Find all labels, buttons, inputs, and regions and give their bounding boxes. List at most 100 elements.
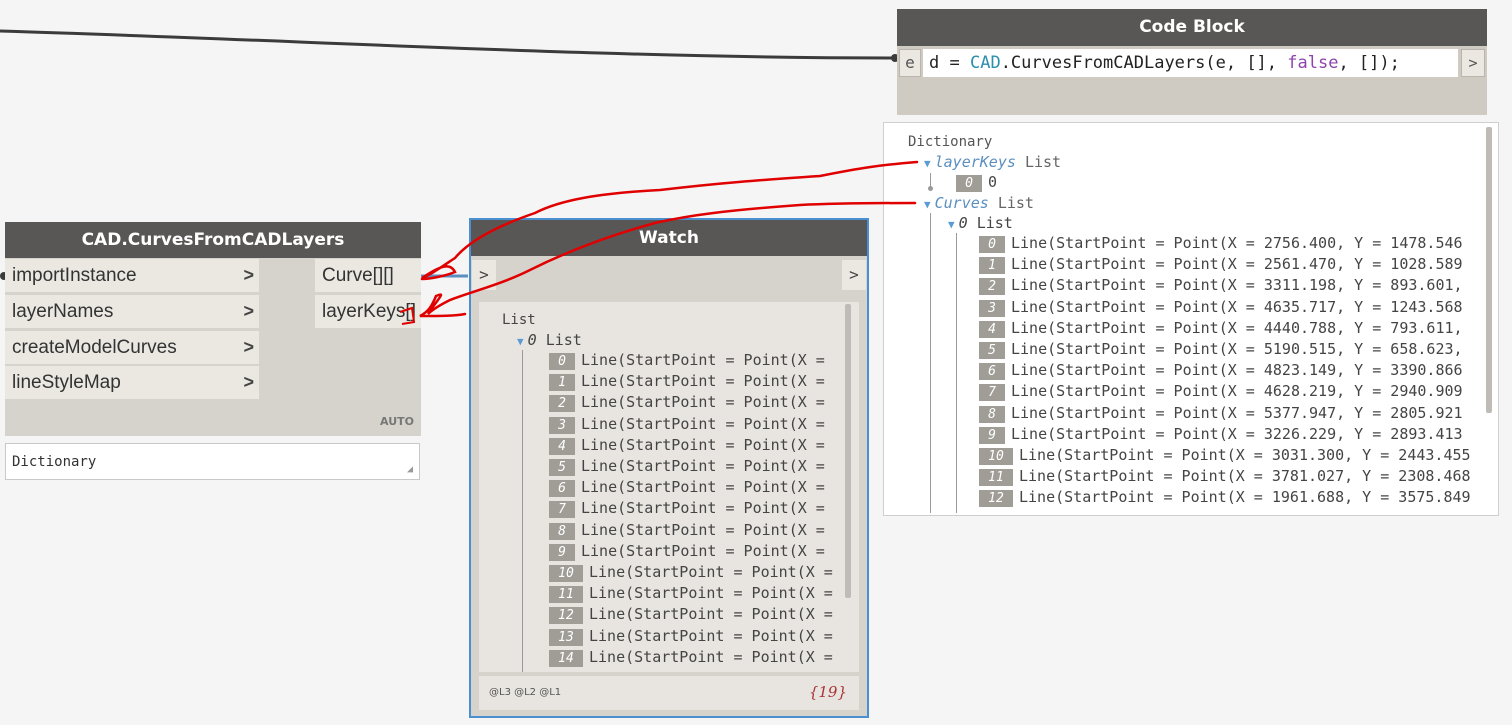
code-editor[interactable]: d = CAD.CurvesFromCADLayers(e, [], false… — [923, 49, 1458, 77]
expand-triangle-icon[interactable]: ▼ — [517, 335, 524, 348]
watch-list-item[interactable]: 7 Line(StartPoint = Point(X = — [549, 499, 825, 519]
list-item-text: Line(StartPoint = Point(X = 4823.149, Y … — [1011, 361, 1463, 380]
watch-node[interactable]: Watch > > List ▼ 0 List 0 Line(StartPoint … — [469, 218, 869, 718]
chevron-right-icon: > — [243, 372, 254, 392]
input-port-linestylemap[interactable]: lineStyleMap > — [5, 366, 259, 399]
list-index-badge: 2 — [979, 278, 1005, 296]
code-tail: , []); — [1338, 53, 1400, 73]
expand-triangle-icon[interactable]: ▼ — [948, 218, 955, 231]
dict-layerkey-value: 0 — [988, 173, 998, 191]
dict-layerkeys-row[interactable]: ▼ layerKeys List — [924, 153, 1061, 171]
list-index-badge: 6 — [549, 480, 575, 498]
list-item-text: Line(StartPoint = Point(X = — [581, 541, 825, 560]
input-port-importinstance[interactable]: importInstance > — [5, 259, 259, 292]
dict-list-item[interactable]: 2 Line(StartPoint = Point(X = 3311.198, Y… — [979, 276, 1463, 296]
dict-list-item[interactable]: 9 Line(StartPoint = Point(X = 3226.229, Y… — [979, 425, 1463, 444]
list-levels[interactable]: @L3 @L2 @L1 — [489, 687, 561, 698]
code-block-input-port[interactable]: e — [899, 49, 921, 77]
code-block-node[interactable]: Code Block e d = CAD.CurvesFromCADLayers… — [897, 9, 1487, 115]
dict-list-item[interactable]: 5 Line(StartPoint = Point(X = 5190.515, Y… — [979, 340, 1463, 359]
dict-list-item[interactable]: 11 Line(StartPoint = Point(X = 3781.027, … — [979, 467, 1471, 487]
list-index-badge: 5 — [979, 342, 1005, 359]
watch-tree-view[interactable]: List ▼ 0 List 0 Line(StartPoint = Point(X … — [479, 302, 859, 672]
list-item-text: Line(StartPoint = Point(X = — [589, 605, 833, 624]
dict-scrollbar[interactable] — [1486, 127, 1492, 413]
list-item-text: Line(StartPoint = Point(X = 3311.198, Y … — [1011, 276, 1463, 295]
lacing-badge[interactable]: AUTO — [380, 415, 414, 428]
output-port-layerkeys[interactable]: layerKeys[] — [315, 295, 421, 328]
tree-guide-line — [522, 350, 523, 672]
chevron-right-icon: > — [243, 301, 254, 321]
list-index-badge: 4 — [549, 437, 575, 455]
output-port-curves[interactable]: Curve[][] — [315, 259, 421, 292]
list-index-badge: 7 — [979, 384, 1005, 402]
list-item-text: Line(StartPoint = Point(X = — [589, 584, 833, 603]
dict-curves-row[interactable]: ▼ Curves List — [924, 194, 1034, 212]
port-label: createModelCurves — [12, 337, 177, 358]
code-var: d — [929, 53, 940, 73]
watch-list-item[interactable]: 5 Line(StartPoint = Point(X = — [549, 457, 825, 476]
watch-list-item[interactable]: 9 Line(StartPoint = Point(X = — [549, 542, 825, 561]
list-item-text: Line(StartPoint = Point(X = — [581, 478, 825, 497]
watch-list-item[interactable]: 3 Line(StartPoint = Point(X = — [549, 415, 825, 434]
item-count: {19} — [808, 683, 847, 701]
watch-sub-label: List — [545, 331, 582, 349]
dict-list-item[interactable]: 3 Line(StartPoint = Point(X = 4635.717, Y… — [979, 298, 1463, 317]
tree-guide-line — [956, 233, 957, 513]
code-method: .CurvesFromCADLayers(e, [], — [1000, 53, 1288, 73]
dict-list-item[interactable]: 4 Line(StartPoint = Point(X = 4440.788, Y… — [979, 319, 1463, 338]
watch-list-item[interactable]: 1 Line(StartPoint = Point(X = — [549, 372, 825, 392]
watch-list-item[interactable]: 8 Line(StartPoint = Point(X = — [549, 521, 825, 540]
code-block-output-port[interactable]: > — [1461, 49, 1485, 77]
cad-node-title[interactable]: CAD.CurvesFromCADLayers — [5, 222, 421, 258]
watch-input-port[interactable]: > — [472, 260, 496, 290]
watch-sub-index: 0 — [527, 331, 537, 349]
watch-list-item[interactable]: 4 Line(StartPoint = Point(X = — [549, 436, 825, 455]
list-index-badge: 9 — [979, 426, 1005, 444]
watch-list-item[interactable]: 0 Line(StartPoint = Point(X = — [549, 351, 825, 370]
cad-curves-node[interactable]: CAD.CurvesFromCADLayers importInstance > … — [5, 222, 421, 436]
watch-output-port[interactable]: > — [842, 260, 866, 290]
dict-list-item[interactable]: 7 Line(StartPoint = Point(X = 4628.219, Y… — [979, 382, 1463, 402]
list-item-text: Line(StartPoint = Point(X = — [589, 563, 833, 581]
list-item-text: Line(StartPoint = Point(X = — [581, 372, 825, 391]
dict-list-item[interactable]: 8 Line(StartPoint = Point(X = 5377.947, Y… — [979, 404, 1463, 423]
list-index-badge: 3 — [979, 299, 1005, 317]
dict-list-item[interactable]: 6 Line(StartPoint = Point(X = 4823.149, Y… — [979, 361, 1463, 381]
list-item-text: Line(StartPoint = Point(X = 3781.027, Y … — [1019, 467, 1471, 486]
input-port-layernames[interactable]: layerNames > — [5, 295, 259, 328]
expand-triangle-icon[interactable]: ▼ — [924, 198, 931, 211]
watch-list-item[interactable]: 14 Line(StartPoint = Point(X = — [549, 648, 833, 667]
dict-list-item[interactable]: 1 Line(StartPoint = Point(X = 2561.470, Y… — [979, 255, 1463, 275]
list-item-text: Line(StartPoint = Point(X = — [581, 414, 825, 433]
dict-list-item[interactable]: 0 Line(StartPoint = Point(X = 2756.400, Y… — [979, 234, 1463, 253]
list-item-text: Line(StartPoint = Point(X = 4440.788, Y … — [1011, 318, 1463, 337]
watch-list-item[interactable]: 6 Line(StartPoint = Point(X = — [549, 478, 825, 498]
watch-root-label: List — [502, 312, 536, 328]
dict-curves-type: List — [997, 194, 1034, 212]
watch-list-item[interactable]: 13 Line(StartPoint = Point(X = — [549, 627, 833, 646]
watch-sublist-row[interactable]: ▼ 0 List — [517, 331, 582, 349]
watch-scrollbar[interactable] — [845, 304, 851, 598]
list-index-badge: 1 — [979, 257, 1005, 275]
watch-footer: @L3 @L2 @L1 {19} — [479, 676, 859, 710]
list-index-badge: 8 — [979, 405, 1005, 423]
watch-list-item[interactable]: 2 Line(StartPoint = Point(X = — [549, 393, 825, 413]
list-item-text: Line(StartPoint = Point(X = — [589, 626, 833, 645]
list-index-badge: 10 — [979, 448, 1013, 465]
watch-list-item[interactable]: 12 Line(StartPoint = Point(X = — [549, 605, 833, 625]
dict-list-item[interactable]: 10 Line(StartPoint = Point(X = 3031.300, … — [979, 446, 1471, 465]
list-item-text: Line(StartPoint = Point(X = — [589, 647, 833, 666]
watch-list-item[interactable]: 11 Line(StartPoint = Point(X = — [549, 584, 833, 604]
dict-curves-sublist-row[interactable]: ▼ 0 List — [948, 214, 1013, 232]
code-eq: = — [939, 53, 970, 73]
code-block-title[interactable]: Code Block — [897, 9, 1487, 46]
input-port-createmodelcurves[interactable]: createModelCurves > — [5, 331, 259, 364]
watch-list-item[interactable]: 10 Line(StartPoint = Point(X = — [549, 563, 833, 582]
resize-grip-icon[interactable]: ◢ — [407, 465, 413, 475]
dictionary-preview[interactable]: Dictionary ▼ layerKeys List 00 ▼ Curves Li… — [883, 122, 1499, 516]
dict-list-item[interactable]: 12 Line(StartPoint = Point(X = 1961.688, … — [979, 488, 1471, 508]
expand-triangle-icon[interactable]: ▼ — [924, 157, 931, 170]
watch-title[interactable]: Watch — [471, 220, 867, 256]
cad-node-preview[interactable]: Dictionary ◢ — [5, 443, 420, 480]
